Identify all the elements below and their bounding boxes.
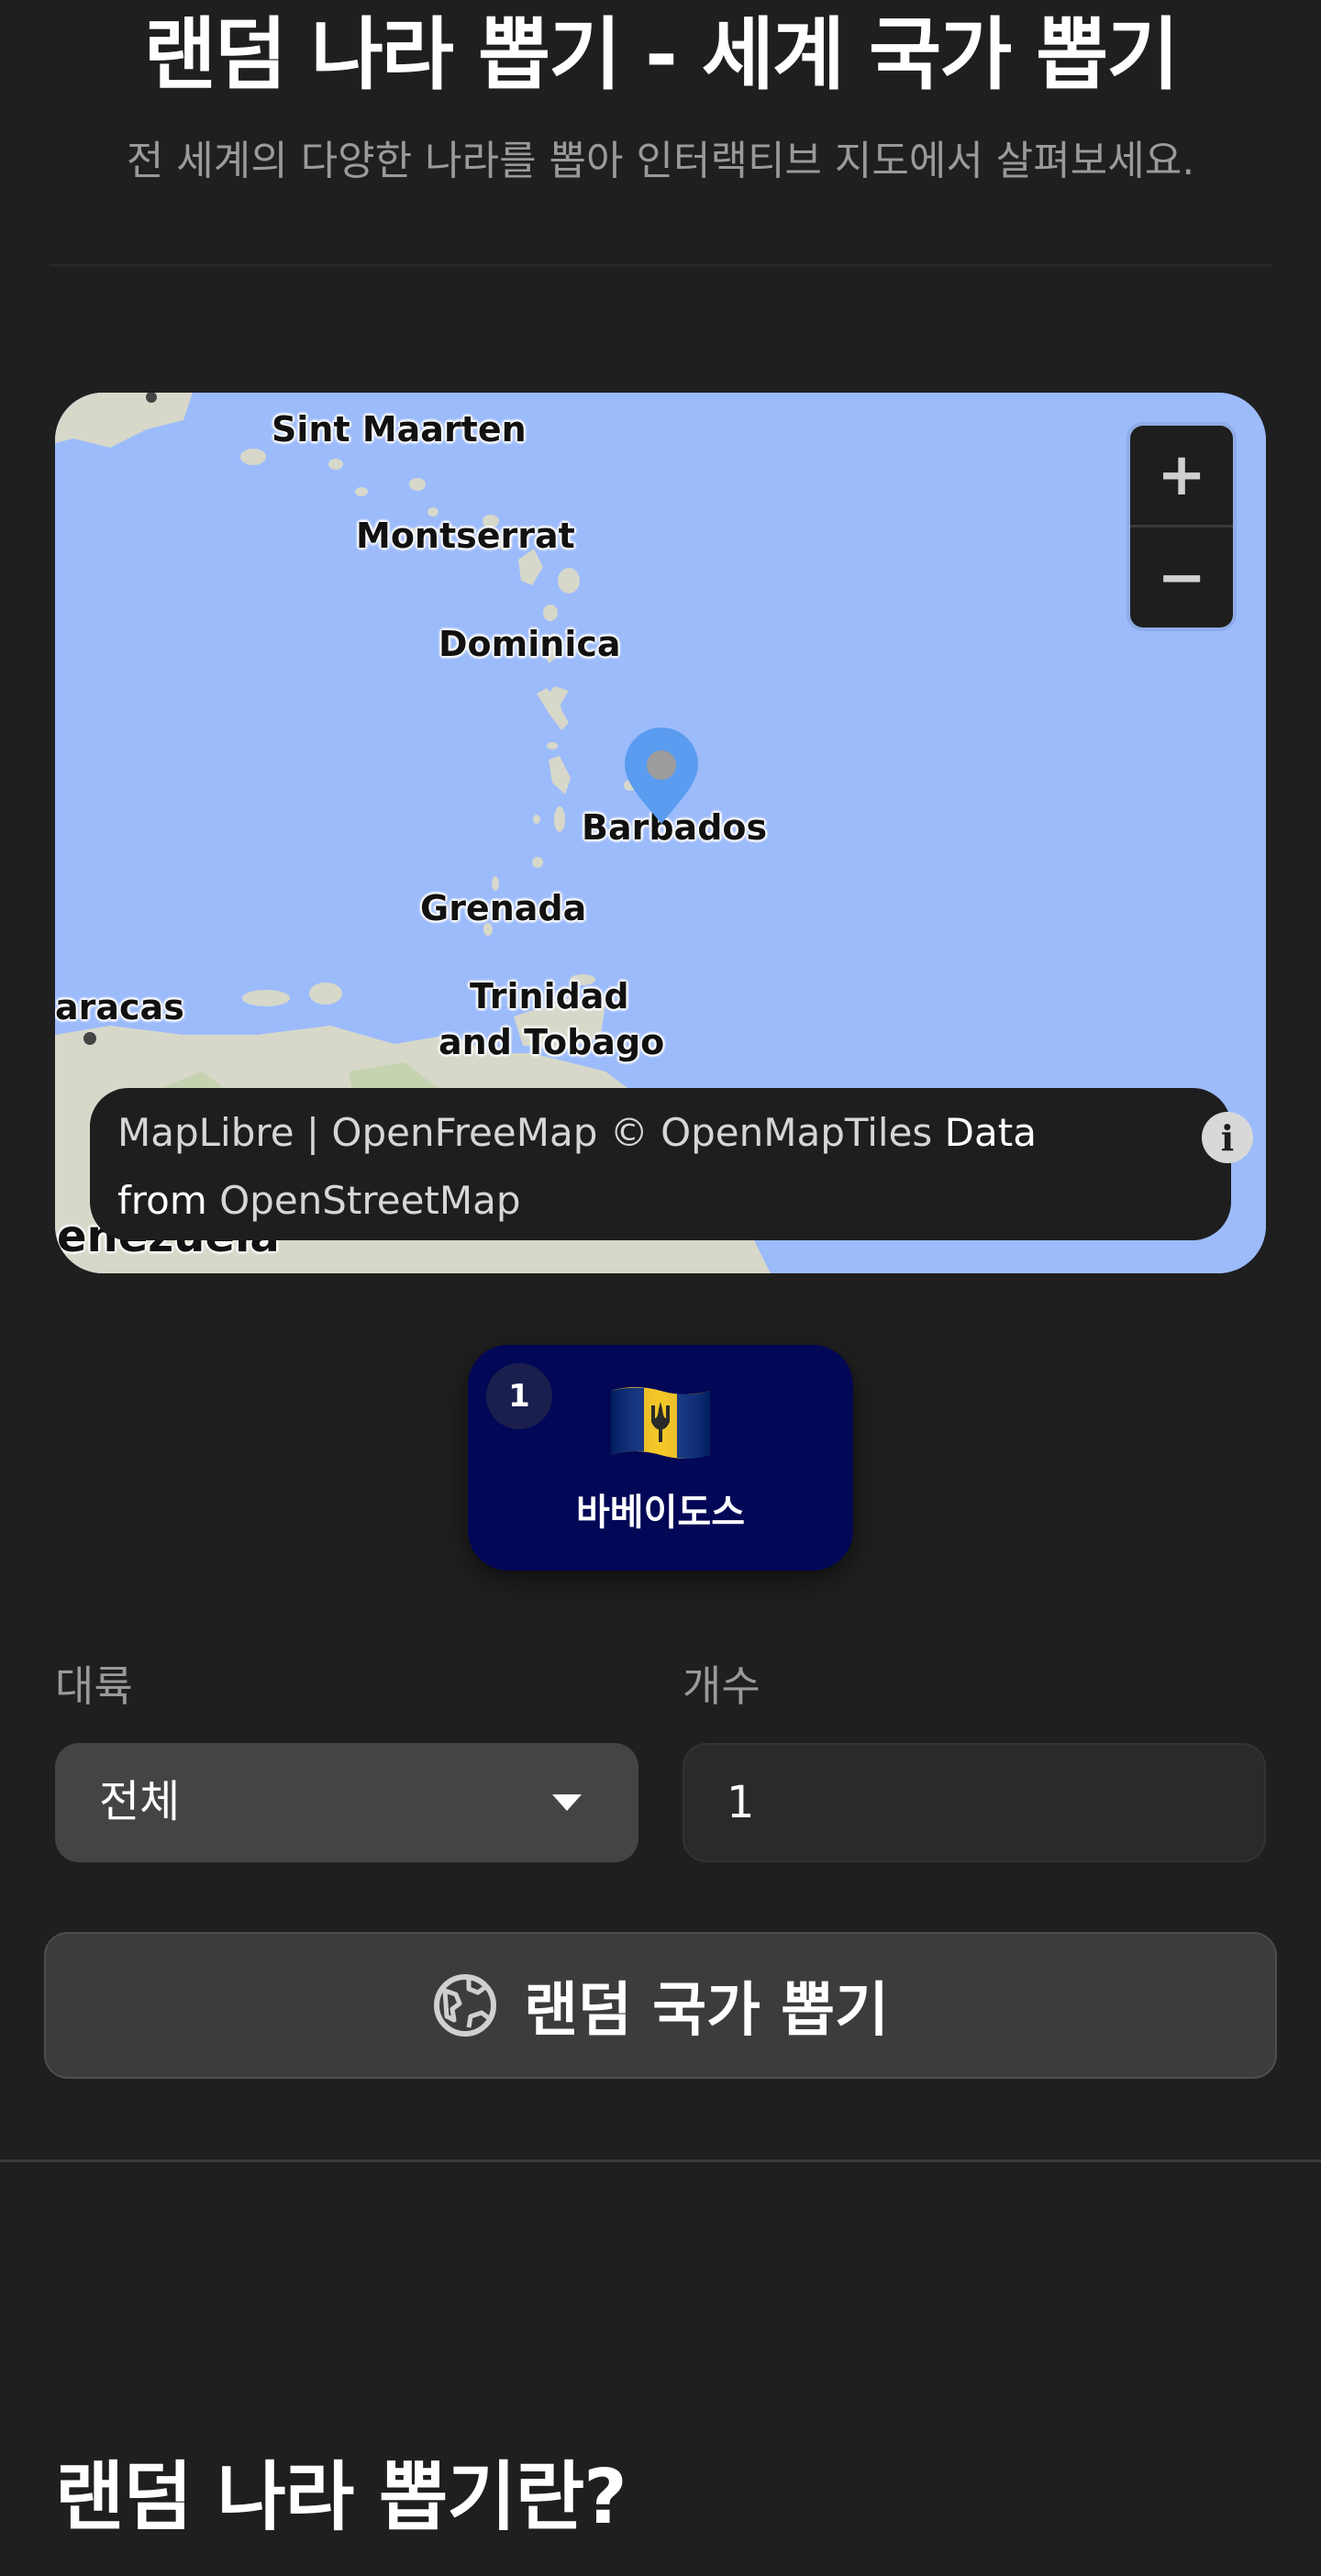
result-card[interactable]: 1 바베이도스 — [468, 1345, 853, 1571]
zoom-control: + − — [1130, 426, 1233, 627]
continent-label: 대륙 — [55, 1661, 133, 1711]
header-divider — [50, 264, 1271, 266]
caret-down-icon — [552, 1794, 582, 1811]
map-label-montserrat: Montserrat — [356, 516, 575, 556]
map-label-sint-maarten: Sint Maarten — [272, 409, 527, 450]
section-divider — [0, 2160, 1321, 2162]
copyright-symbol: © — [597, 1110, 661, 1155]
map-label-dominica: Dominica — [438, 624, 621, 664]
map-label-grenada: Grenada — [420, 888, 587, 928]
maplibre-link[interactable]: MapLibre — [117, 1110, 294, 1155]
page: 랜덤 나라 뽑기 - 세계 국가 뽑기 전 세계의 다양한 나라를 뽑아 인터랙… — [0, 0, 1321, 2576]
result-index-badge: 1 — [486, 1363, 552, 1429]
openmaptiles-link[interactable]: OpenMapTiles — [660, 1110, 932, 1155]
globe-icon — [434, 1974, 497, 2037]
map-marker-icon[interactable] — [622, 727, 701, 827]
result-country-name: 바베이도스 — [576, 1492, 745, 1534]
zoom-separator — [1130, 525, 1233, 527]
zoom-in-button[interactable]: + — [1130, 426, 1233, 525]
map-attribution: MapLibre | OpenFreeMap © OpenMapTiles Da… — [90, 1088, 1253, 1240]
map-label-trinidad: Trinidad — [470, 976, 629, 1016]
map-label-tobago: and Tobago — [438, 1022, 665, 1062]
continent-select[interactable]: 전체 — [55, 1743, 638, 1862]
random-draw-button-label: 랜덤 국가 뽑기 — [524, 1977, 889, 2045]
attribution-text: MapLibre | OpenFreeMap © OpenMapTiles Da… — [117, 1099, 1127, 1235]
interactive-map[interactable]: Sint Maarten Montserrat Dominica Barbado… — [55, 393, 1266, 1273]
continent-select-value: 전체 — [99, 1776, 181, 1827]
about-section-title: 랜덤 나라 뽑기란? — [55, 2454, 627, 2541]
count-input[interactable] — [683, 1743, 1266, 1862]
count-label: 개수 — [683, 1661, 760, 1711]
map-label-caracas: aracas — [55, 987, 184, 1027]
info-icon[interactable]: i — [1202, 1112, 1253, 1163]
openstreetmap-link[interactable]: OpenStreetMap — [219, 1178, 520, 1223]
page-subtitle: 전 세계의 다양한 나라를 뽑아 인터랙티브 지도에서 살펴보세요. — [126, 138, 1195, 184]
zoom-out-button[interactable]: − — [1130, 528, 1233, 627]
random-draw-button[interactable]: 랜덤 국가 뽑기 — [44, 1932, 1277, 2079]
openfreemap-link[interactable]: OpenFreeMap — [331, 1110, 597, 1155]
barbados-flag-icon — [611, 1387, 710, 1459]
page-title: 랜덤 나라 뽑기 - 세계 국가 뽑기 — [143, 9, 1180, 101]
attribution-separator: | — [294, 1110, 332, 1155]
